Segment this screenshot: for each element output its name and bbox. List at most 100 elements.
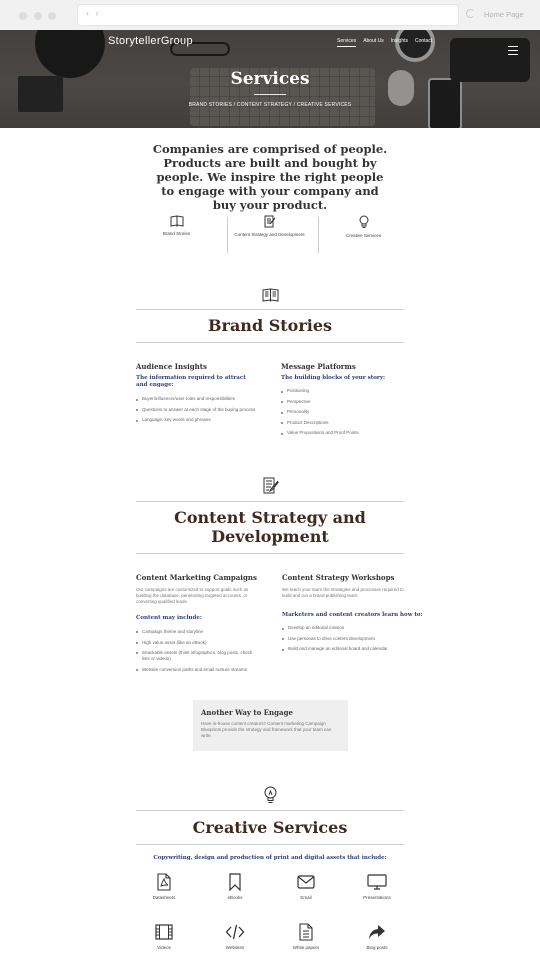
- main-nav: Services About Us Insights Contact: [337, 38, 432, 47]
- list-item: Product Descriptions: [281, 418, 401, 429]
- tile-brand-stories[interactable]: Brand Stories: [140, 215, 213, 259]
- tile-divider: [318, 217, 319, 253]
- window-close-dot[interactable]: [19, 12, 27, 20]
- tile-label: Creative Services: [345, 233, 382, 238]
- section-title-brand-stories: Brand Stories: [207, 316, 333, 335]
- web-page: StorytellerGroup Services About Us Insig…: [0, 30, 540, 967]
- workshops-heading: Content Strategy Workshops: [282, 573, 395, 582]
- list-item: Develop an editorial mission: [282, 623, 406, 634]
- section-divider: [136, 501, 404, 502]
- list-item: Perspective: [281, 397, 401, 408]
- tile-label: Brand Stories: [162, 231, 191, 236]
- share-icon: [369, 925, 385, 939]
- bookmark-icon: [229, 873, 241, 891]
- section-divider: [136, 553, 404, 554]
- list-item: Use personas to drive content developmen…: [282, 634, 406, 645]
- list-item: Language, key words and phrases: [136, 415, 266, 426]
- list-item: Positioning: [281, 386, 401, 397]
- audience-insights-subheading: The information required to attract and …: [136, 375, 246, 388]
- list-item: Website conversion paths and email nurtu…: [136, 667, 260, 673]
- lightbulb-icon: [264, 786, 277, 809]
- list-item: Build and manage an editorial board and …: [282, 644, 406, 655]
- section-title-content-strategy: Content Strategy and Development: [136, 508, 404, 546]
- section-title-creative-services: Creative Services: [192, 818, 348, 837]
- monitor-icon: [367, 874, 387, 890]
- asset-label: Videos: [157, 945, 171, 950]
- asset-label: Blog posts: [366, 945, 388, 950]
- lightbulb-icon: [327, 215, 400, 229]
- asset-blog-posts[interactable]: Blog posts: [347, 923, 407, 950]
- asset-label: Websites: [225, 945, 245, 950]
- edit-document-icon: [233, 215, 306, 228]
- breadcrumb: BRAND STORIES / CONTENT STRATEGY / CREAT…: [188, 102, 352, 108]
- asset-label: Datasheets: [152, 895, 176, 900]
- window-minimize-dot[interactable]: [34, 12, 42, 20]
- reload-icon[interactable]: [466, 9, 475, 18]
- asset-label: eBooks: [227, 895, 243, 900]
- nav-insights[interactable]: Insights: [391, 38, 408, 47]
- creative-services-subheading: Copywriting, design and production of pr…: [153, 855, 387, 861]
- asset-white-papers[interactable]: White papers: [276, 923, 336, 950]
- site-logo[interactable]: StorytellerGroup: [108, 35, 193, 47]
- tile-creative-services[interactable]: Creative Services: [327, 215, 400, 259]
- asset-videos[interactable]: Videos: [134, 923, 194, 950]
- service-tiles: Brand Stories Content Strategy and Devel…: [140, 215, 400, 259]
- book-icon: [262, 288, 279, 307]
- campaigns-heading: Content Marketing Campaigns: [136, 573, 257, 582]
- tile-content-strategy[interactable]: Content Strategy and Development: [233, 215, 306, 259]
- edit-document-icon: [262, 477, 279, 499]
- back-forward-icons[interactable]: ‹ ›: [86, 8, 101, 18]
- list-item: Campaign theme and storyline: [136, 629, 260, 635]
- message-platforms-heading: Message Platforms: [281, 362, 356, 371]
- window-maximize-dot[interactable]: [48, 12, 56, 20]
- campaigns-subheading: Content may include:: [136, 615, 202, 621]
- hero-banner: StorytellerGroup Services About Us Insig…: [0, 30, 540, 128]
- nav-services[interactable]: Services: [337, 38, 357, 47]
- section-divider: [136, 810, 404, 811]
- list-item: Personality: [281, 407, 401, 418]
- nav-about-us[interactable]: About Us: [363, 38, 384, 47]
- list-item: Snackable assets (think infographics, bl…: [136, 650, 260, 662]
- tile-divider: [227, 217, 228, 253]
- asset-email[interactable]: Email: [276, 873, 336, 900]
- callout-text: Have in-house content creators? Content …: [201, 721, 332, 738]
- book-icon: [140, 215, 213, 227]
- menu-icon[interactable]: [508, 46, 518, 58]
- audience-insights-heading: Audience Insights: [136, 362, 207, 371]
- section-divider: [136, 342, 404, 343]
- asset-datasheets[interactable]: Datasheets: [134, 873, 194, 900]
- asset-ebooks[interactable]: eBooks: [205, 873, 265, 900]
- section-divider: [136, 309, 404, 310]
- list-item: Value Propositions and Proof Points: [281, 428, 401, 439]
- campaigns-list: Campaign theme and storyline High value …: [136, 629, 260, 677]
- address-bar[interactable]: ‹ ›: [78, 5, 458, 25]
- callout-box: Another Way to Engage Have in-house cont…: [193, 700, 348, 751]
- message-platforms-list: Positioning Perspective Personality Prod…: [281, 386, 401, 439]
- nav-contact[interactable]: Contact: [415, 38, 432, 47]
- code-icon: [225, 924, 245, 940]
- asset-label: Email: [300, 895, 312, 900]
- audience-insights-list: Buyer/influencer/user roles and responsi…: [136, 394, 266, 426]
- list-item: High value asset (like an eBook): [136, 640, 260, 646]
- document-icon: [299, 923, 313, 941]
- workshops-subheading: Marketers and content creators learn how…: [282, 612, 423, 618]
- message-platforms-subheading: The building blocks of your story:: [281, 375, 386, 381]
- asset-presentations[interactable]: Presentations: [347, 873, 407, 900]
- page-title: Services: [230, 69, 310, 89]
- asset-label: White papers: [292, 945, 320, 950]
- envelope-icon: [297, 875, 315, 889]
- title-divider: [254, 94, 286, 95]
- tile-label: Content Strategy and Development: [234, 232, 305, 237]
- list-item: Buyer/influencer/user roles and responsi…: [136, 394, 266, 405]
- campaigns-text: Our campaigns are customized to support …: [136, 587, 249, 604]
- asset-websites[interactable]: Websites: [205, 923, 265, 950]
- home-page-link[interactable]: Home Page: [484, 10, 524, 19]
- list-item: Questions to answer at each stage of the…: [136, 405, 266, 416]
- section-divider: [136, 844, 404, 845]
- film-icon: [155, 924, 173, 940]
- workshops-text: We teach your team the strategies and pr…: [282, 587, 404, 598]
- pdf-file-icon: [157, 873, 171, 891]
- title-line: Content Strategy and: [174, 508, 366, 527]
- workshops-list: Develop an editorial mission Use persona…: [282, 623, 406, 655]
- intro-statement: Companies are comprised of people. Produ…: [152, 142, 388, 212]
